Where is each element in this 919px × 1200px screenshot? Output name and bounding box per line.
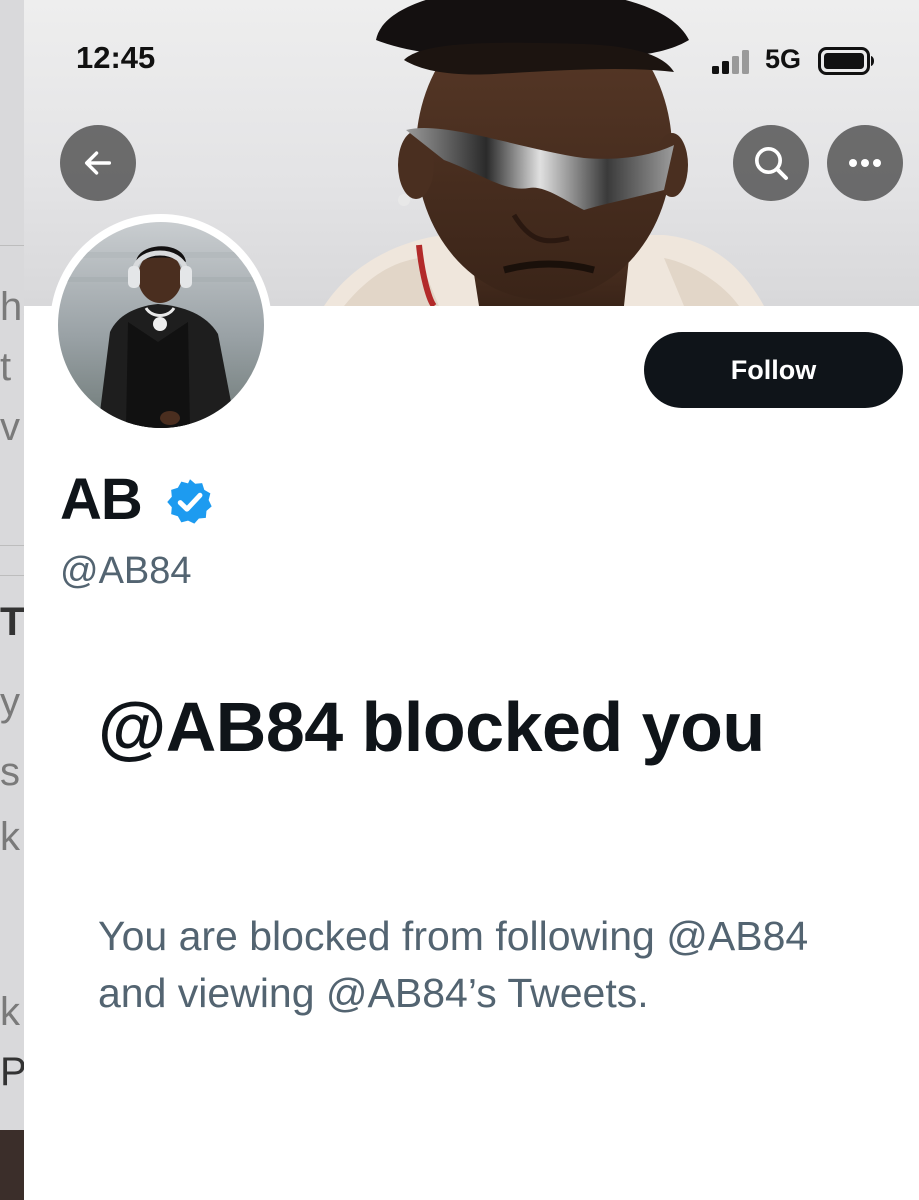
background-text-fragment: k <box>0 815 20 859</box>
background-text-fragment: t <box>0 345 12 389</box>
arrow-left-icon <box>84 151 112 175</box>
background-text-fragment: s <box>0 750 20 794</box>
blocked-description: You are blocked from following @AB84 and… <box>98 913 809 1017</box>
background-text-fragment: Tr <box>0 600 24 644</box>
follow-button[interactable]: Follow <box>644 332 903 408</box>
background-text-fragment: y <box>0 680 20 724</box>
background-text-fragment: k <box>0 990 20 1034</box>
background-text-fragment: v <box>0 405 20 449</box>
profile-name-row: AB <box>60 466 216 533</box>
more-horizontal-icon <box>849 159 881 167</box>
background-text-fragment: ha <box>0 285 24 329</box>
profile-avatar[interactable] <box>50 214 272 436</box>
back-button[interactable] <box>60 125 136 201</box>
more-options-button[interactable] <box>827 125 903 201</box>
profile-sheet: 12:45 5G Follow AB @AB84 @AB84 blocked y… <box>24 0 919 1200</box>
status-time: 12:45 <box>76 40 156 75</box>
network-type: 5G <box>765 44 802 74</box>
search-button[interactable] <box>733 125 809 201</box>
cellular-signal-icon <box>712 50 749 74</box>
blocked-title: @AB84 blocked you <box>98 688 765 766</box>
battery-icon <box>818 47 874 75</box>
status-bar: 12:45 5G <box>24 0 919 100</box>
avatar-photo <box>58 222 264 428</box>
display-name: AB <box>60 467 143 532</box>
background-text-fragment: P <box>0 1050 24 1094</box>
verified-badge-icon[interactable] <box>164 476 216 528</box>
background-page-strip: ha t v Tr y s k k P <box>0 0 24 1200</box>
search-icon <box>755 147 788 180</box>
profile-handle: @AB84 <box>60 550 192 592</box>
